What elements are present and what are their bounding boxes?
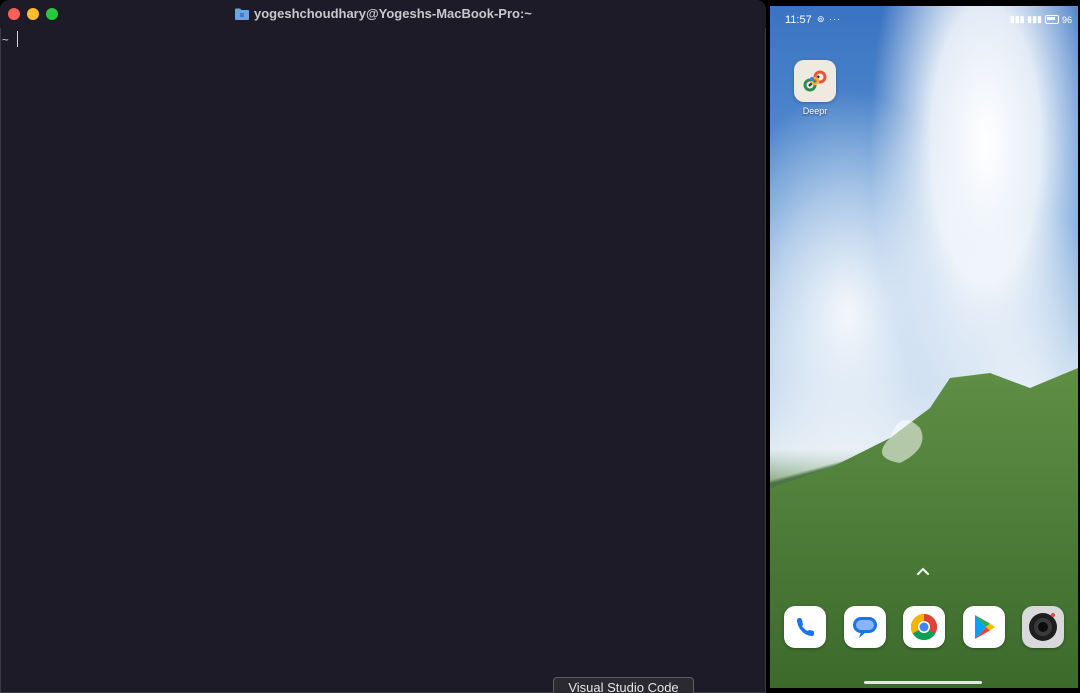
text-cursor: [16, 31, 18, 47]
terminal-prompt-line[interactable]: ~: [2, 31, 18, 47]
window-title: yogeshchoudhary@Yogeshs-MacBook-Pro:~: [235, 6, 532, 21]
chevron-up-icon[interactable]: [916, 566, 930, 576]
phone-icon[interactable]: [784, 606, 826, 648]
terminal-titlebar[interactable]: yogeshchoudhary@Yogeshs-MacBook-Pro:~: [0, 0, 766, 28]
home-gesture-bar[interactable]: [864, 681, 982, 684]
messages-icon[interactable]: [843, 606, 886, 648]
status-bar: 11:57 ⊚ ··· ▮▮▮ ▮▮▮ 96: [770, 6, 1078, 34]
status-time: 11:57: [785, 14, 812, 26]
battery-icon: [1044, 15, 1059, 24]
terminal-window[interactable]: yogeshchoudhary@Yogeshs-MacBook-Pro:~ ~ …: [0, 0, 766, 693]
status-right-group: ▮▮▮ ▮▮▮ 96: [1010, 14, 1072, 25]
dock-tooltip: Visual Studio Code: [553, 677, 694, 693]
app-label-deepr: Deepr: [802, 106, 828, 116]
home-app-deepr[interactable]: Deepr: [794, 60, 836, 116]
status-notification-icons: ⊚ ···: [817, 14, 842, 24]
minimize-window-button[interactable]: [27, 8, 39, 20]
window-title-text: yogeshchoudhary@Yogeshs-MacBook-Pro:~: [254, 6, 532, 21]
close-window-button[interactable]: [8, 8, 20, 20]
folder-icon: [235, 8, 249, 20]
prompt-text: ~: [2, 32, 9, 46]
play-store-icon[interactable]: [962, 606, 1005, 648]
maximize-window-button[interactable]: [46, 8, 58, 20]
app-dock: [784, 606, 1064, 648]
battery-level: 96: [1061, 14, 1072, 25]
signal-icon: ▮▮▮ ▮▮▮: [1009, 14, 1042, 24]
deepr-icon[interactable]: [794, 60, 836, 102]
camera-icon[interactable]: [1022, 606, 1064, 648]
chrome-icon[interactable]: [903, 606, 945, 648]
android-phone-screen[interactable]: 11:57 ⊚ ··· ▮▮▮ ▮▮▮ 96 Deepr: [770, 6, 1078, 688]
